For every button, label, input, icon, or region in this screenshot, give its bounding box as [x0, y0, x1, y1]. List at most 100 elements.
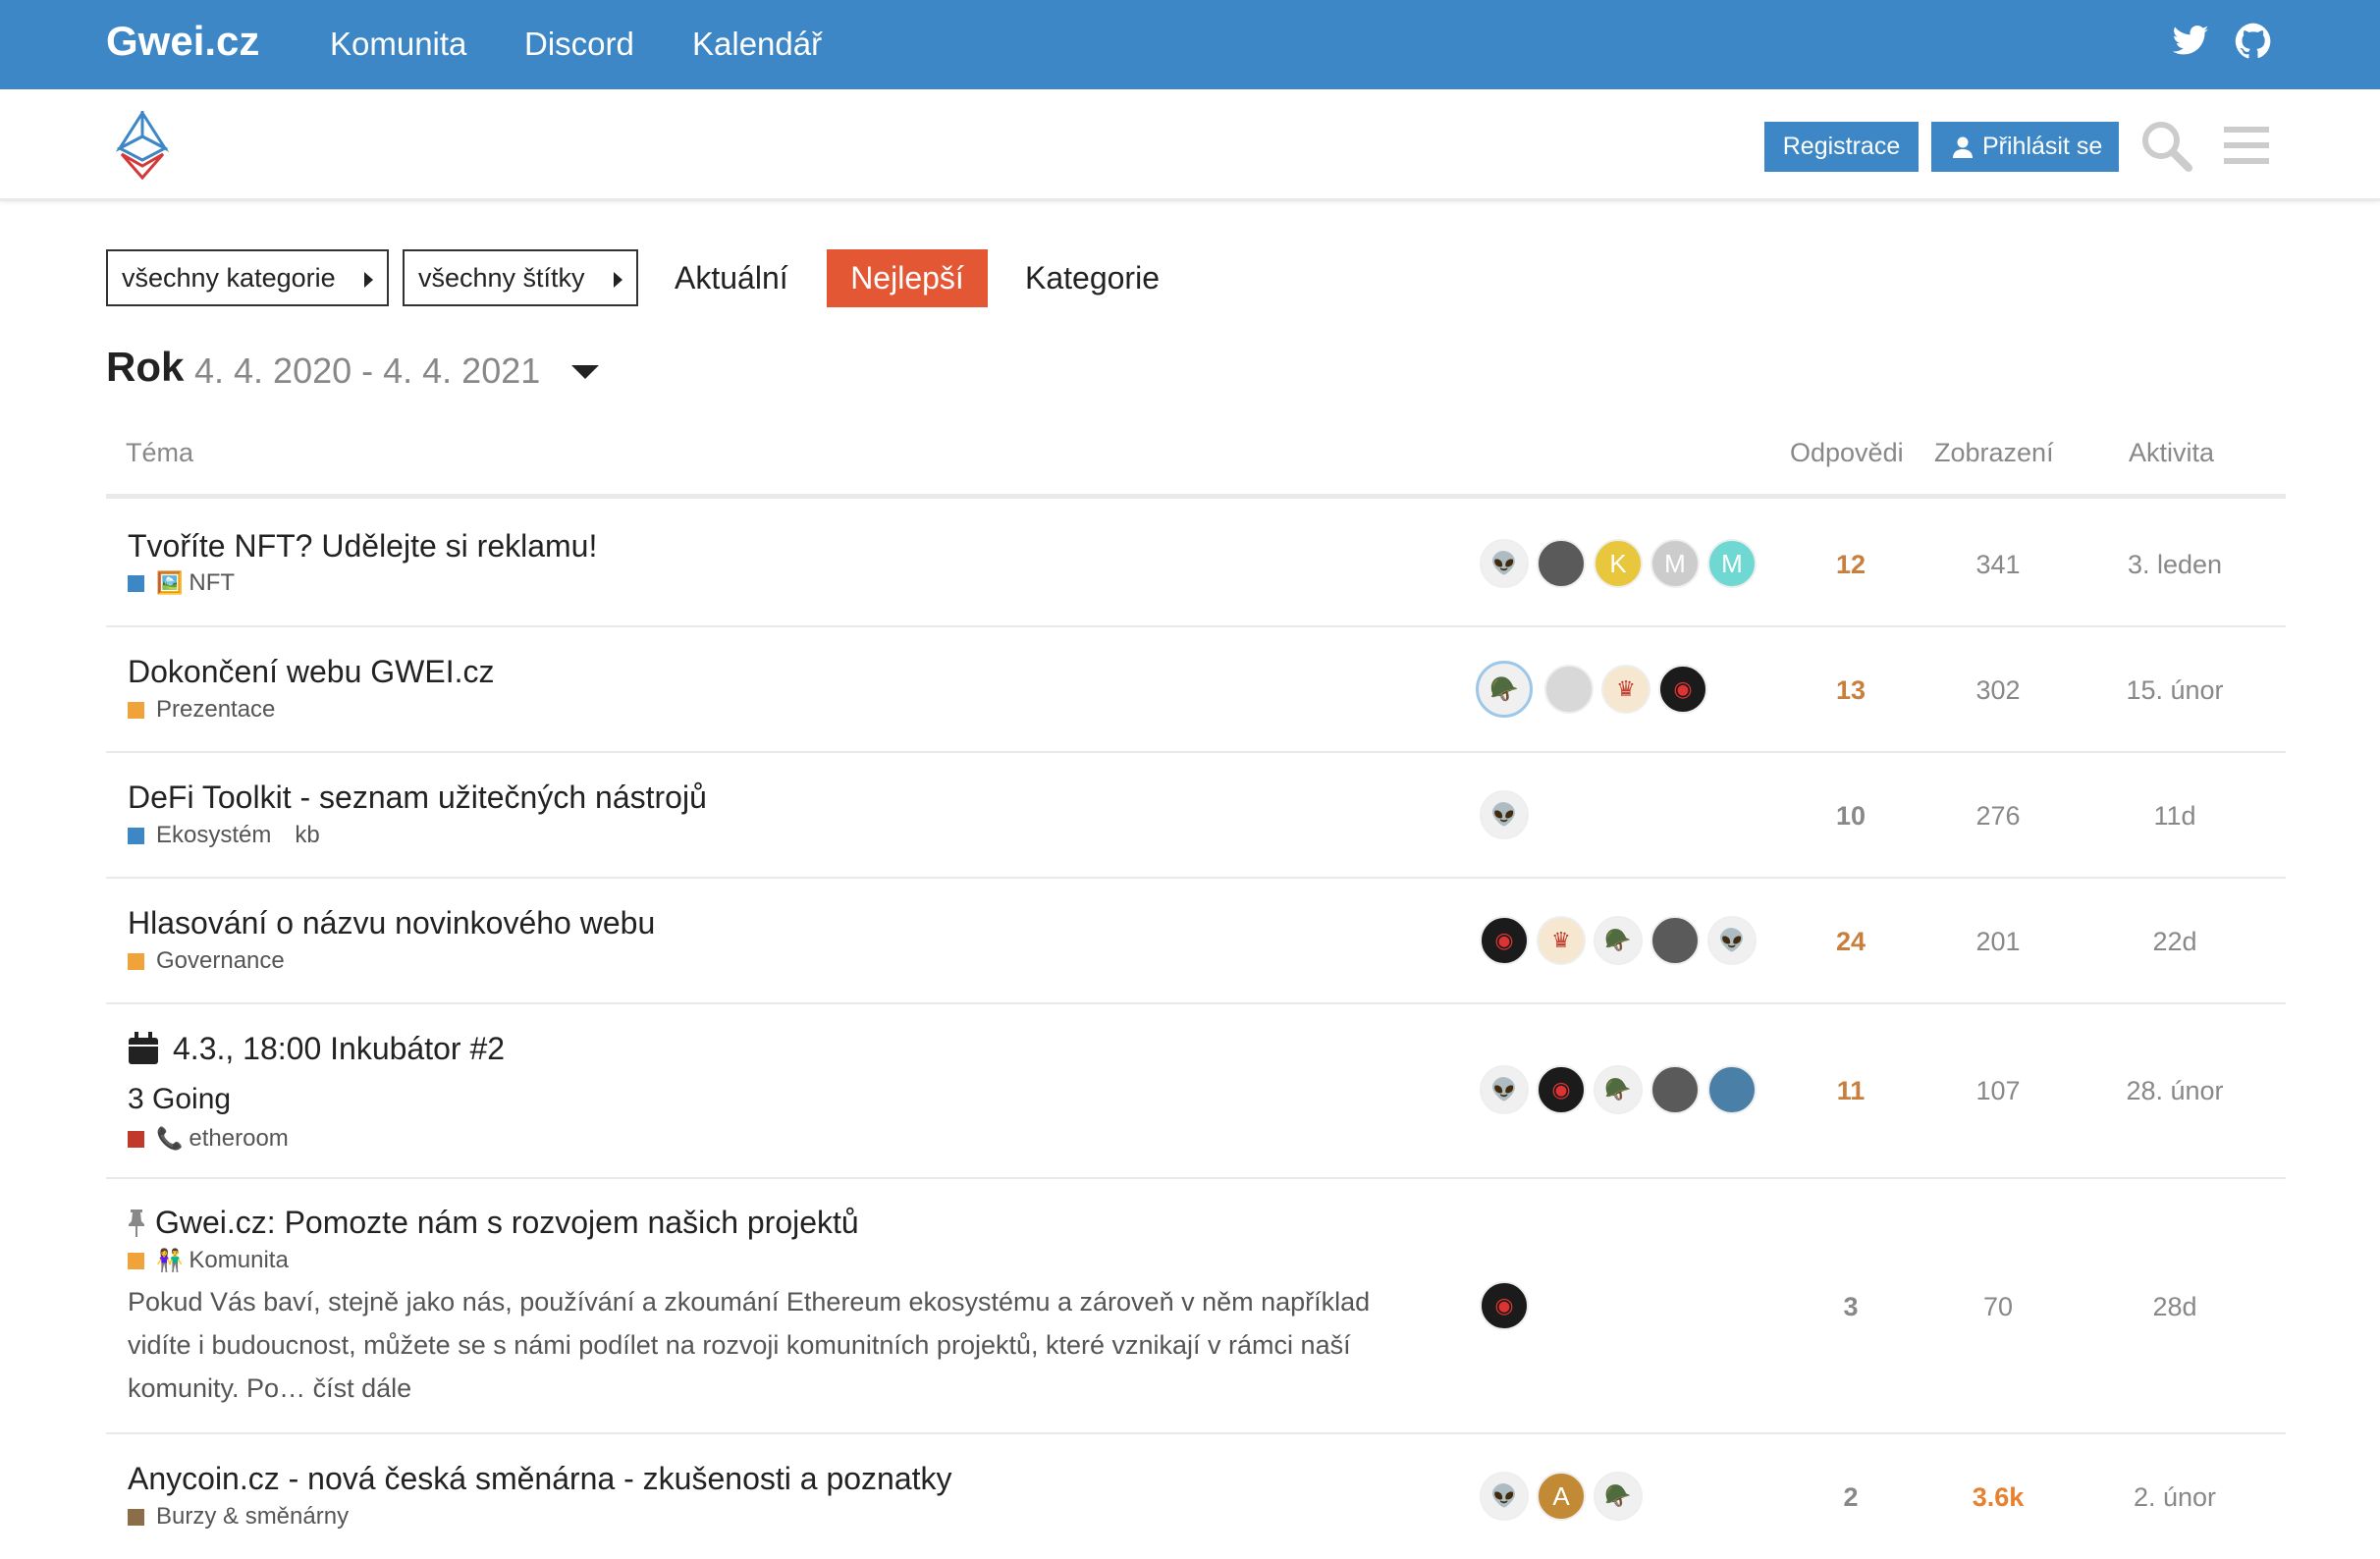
- topic-category[interactable]: Prezentace: [128, 696, 275, 724]
- avatar[interactable]: ◉: [1537, 1065, 1586, 1114]
- category-name: Prezentace: [156, 696, 276, 723]
- activity-date[interactable]: 2. únor: [2096, 1482, 2253, 1513]
- ethereum-logo[interactable]: [116, 111, 169, 180]
- topic-category[interactable]: 👫 Komunita: [128, 1247, 289, 1274]
- user-icon: [1953, 136, 1973, 158]
- topic-category[interactable]: 📞 etheroom: [128, 1125, 289, 1153]
- brand-link[interactable]: Gwei.cz: [106, 18, 259, 65]
- avatar[interactable]: [1707, 1065, 1757, 1114]
- avatar[interactable]: ♛: [1537, 916, 1586, 965]
- avatar[interactable]: [1544, 665, 1594, 714]
- views-count: 70: [1982, 1292, 2014, 1321]
- event-going-count[interactable]: 3 Going: [128, 1083, 231, 1116]
- avatar[interactable]: 🪖: [1594, 1065, 1643, 1114]
- category-name: Ekosystém: [156, 822, 272, 848]
- category-name: Governance: [156, 947, 285, 974]
- activity-date[interactable]: 28. únor: [2096, 1076, 2253, 1106]
- category-name: Burzy & směnárny: [156, 1503, 350, 1530]
- avatar[interactable]: M: [1650, 539, 1700, 588]
- avatar[interactable]: [1537, 539, 1586, 588]
- avatar[interactable]: 🪖: [1476, 661, 1533, 718]
- column-header-views[interactable]: Zobrazení: [1934, 438, 2054, 468]
- topic-title[interactable]: Dokončení webu GWEI.cz: [128, 654, 494, 690]
- tab-categories[interactable]: Kategorie: [1025, 249, 1160, 307]
- views-count: 107: [1975, 1076, 2021, 1105]
- topic-category[interactable]: Governance: [128, 947, 285, 975]
- categories-dropdown-label: všechny kategorie: [122, 263, 336, 293]
- avatar[interactable]: [1650, 1065, 1700, 1114]
- topic-title[interactable]: 4.3., 18:00 Inkubátor #2: [173, 1031, 505, 1067]
- avatar[interactable]: 👽: [1480, 1065, 1529, 1114]
- twitter-icon[interactable]: [2171, 22, 2210, 61]
- read-more-link[interactable]: číst dále: [313, 1373, 412, 1403]
- nav-link-komunita[interactable]: Komunita: [330, 26, 466, 63]
- column-header-activity[interactable]: Aktivita: [2129, 438, 2214, 468]
- avatar[interactable]: ◉: [1480, 916, 1529, 965]
- avatar[interactable]: K: [1594, 539, 1643, 588]
- hamburger-menu-icon[interactable]: [2220, 119, 2273, 172]
- avatar[interactable]: ♛: [1601, 665, 1650, 714]
- activity-date[interactable]: 28d: [2096, 1292, 2253, 1322]
- topic-title[interactable]: Gwei.cz: Pomozte nám s rozvojem našich p…: [155, 1205, 859, 1241]
- nav-link-kalendar[interactable]: Kalendář: [692, 26, 822, 63]
- replies-count[interactable]: 12: [1772, 550, 1929, 580]
- avatar[interactable]: 🪖: [1594, 916, 1643, 965]
- tags-dropdown-label: všechny štítky: [418, 263, 585, 293]
- avatar[interactable]: 🪖: [1594, 1472, 1643, 1521]
- views-count: 341: [1975, 550, 2021, 579]
- topic-category[interactable]: 🖼️ NFT: [128, 569, 235, 597]
- period-title: Rok: [106, 344, 185, 390]
- replies-count[interactable]: 2: [1772, 1482, 1929, 1513]
- column-header-topic[interactable]: Téma: [126, 438, 193, 468]
- avatar[interactable]: [1650, 916, 1700, 965]
- topic-tag[interactable]: kb: [295, 822, 319, 849]
- login-label: Přihlásit se: [1982, 133, 2103, 160]
- category-name: NFT: [189, 569, 236, 596]
- topic-category[interactable]: Ekosystém kb: [128, 822, 320, 849]
- replies-count[interactable]: 3: [1772, 1292, 1929, 1322]
- tags-dropdown[interactable]: všechny štítky: [403, 249, 638, 306]
- topic-category[interactable]: Burzy & směnárny: [128, 1503, 349, 1531]
- avatar[interactable]: 👽: [1480, 539, 1529, 588]
- activity-date[interactable]: 15. únor: [2096, 675, 2253, 706]
- topic-title[interactable]: Tvoříte NFT? Udělejte si reklamu!: [128, 528, 597, 564]
- replies-count[interactable]: 24: [1772, 927, 1929, 957]
- search-icon[interactable]: [2139, 119, 2192, 172]
- avatar[interactable]: 👽: [1480, 1472, 1529, 1521]
- activity-date[interactable]: 22d: [2096, 927, 2253, 957]
- replies-count[interactable]: 11: [1772, 1076, 1929, 1106]
- avatar[interactable]: M: [1707, 539, 1757, 588]
- row-divider: [106, 1002, 2286, 1004]
- avatar[interactable]: 👽: [1707, 916, 1757, 965]
- login-button[interactable]: Přihlásit se: [1931, 122, 2119, 172]
- pin-icon: [129, 1210, 144, 1237]
- topic-title[interactable]: Hlasování o názvu novinkového webu: [128, 905, 655, 941]
- register-button[interactable]: Registrace: [1764, 122, 1919, 172]
- row-divider: [106, 751, 2286, 753]
- activity-date[interactable]: 11d: [2096, 801, 2253, 832]
- github-icon[interactable]: [2234, 22, 2273, 61]
- avatar[interactable]: ◉: [1480, 1281, 1529, 1330]
- replies-count[interactable]: 13: [1772, 675, 1929, 706]
- avatar[interactable]: A: [1537, 1472, 1586, 1521]
- top-bar: Gwei.cz Komunita Discord Kalendář: [0, 0, 2380, 89]
- site-header: Registrace Přihlásit se: [0, 89, 2380, 201]
- topic-title[interactable]: DeFi Toolkit - seznam užitečných nástroj…: [128, 780, 707, 816]
- topic-title[interactable]: Anycoin.cz - nová česká směnárna - zkuše…: [128, 1461, 952, 1497]
- period-dropdown-caret-icon[interactable]: [571, 365, 599, 379]
- replies-count[interactable]: 10: [1772, 801, 1929, 832]
- activity-date[interactable]: 3. leden: [2096, 550, 2253, 580]
- avatar[interactable]: ◉: [1658, 665, 1707, 714]
- views-count: 3.6k: [1972, 1482, 2025, 1512]
- nav-link-discord[interactable]: Discord: [524, 26, 634, 63]
- category-color-square: [128, 1130, 144, 1148]
- column-header-replies[interactable]: Odpovědi: [1790, 438, 1904, 468]
- categories-dropdown[interactable]: všechny kategorie: [106, 249, 389, 306]
- people-icon: 👫: [156, 1248, 184, 1272]
- avatar[interactable]: 👽: [1480, 790, 1529, 839]
- tab-latest[interactable]: Aktuální: [675, 249, 788, 307]
- tab-top[interactable]: Nejlepší: [827, 249, 988, 307]
- category-name: Komunita: [189, 1247, 289, 1273]
- period-range: 4. 4. 2020 - 4. 4. 2021: [194, 350, 541, 391]
- category-color-square: [128, 952, 144, 970]
